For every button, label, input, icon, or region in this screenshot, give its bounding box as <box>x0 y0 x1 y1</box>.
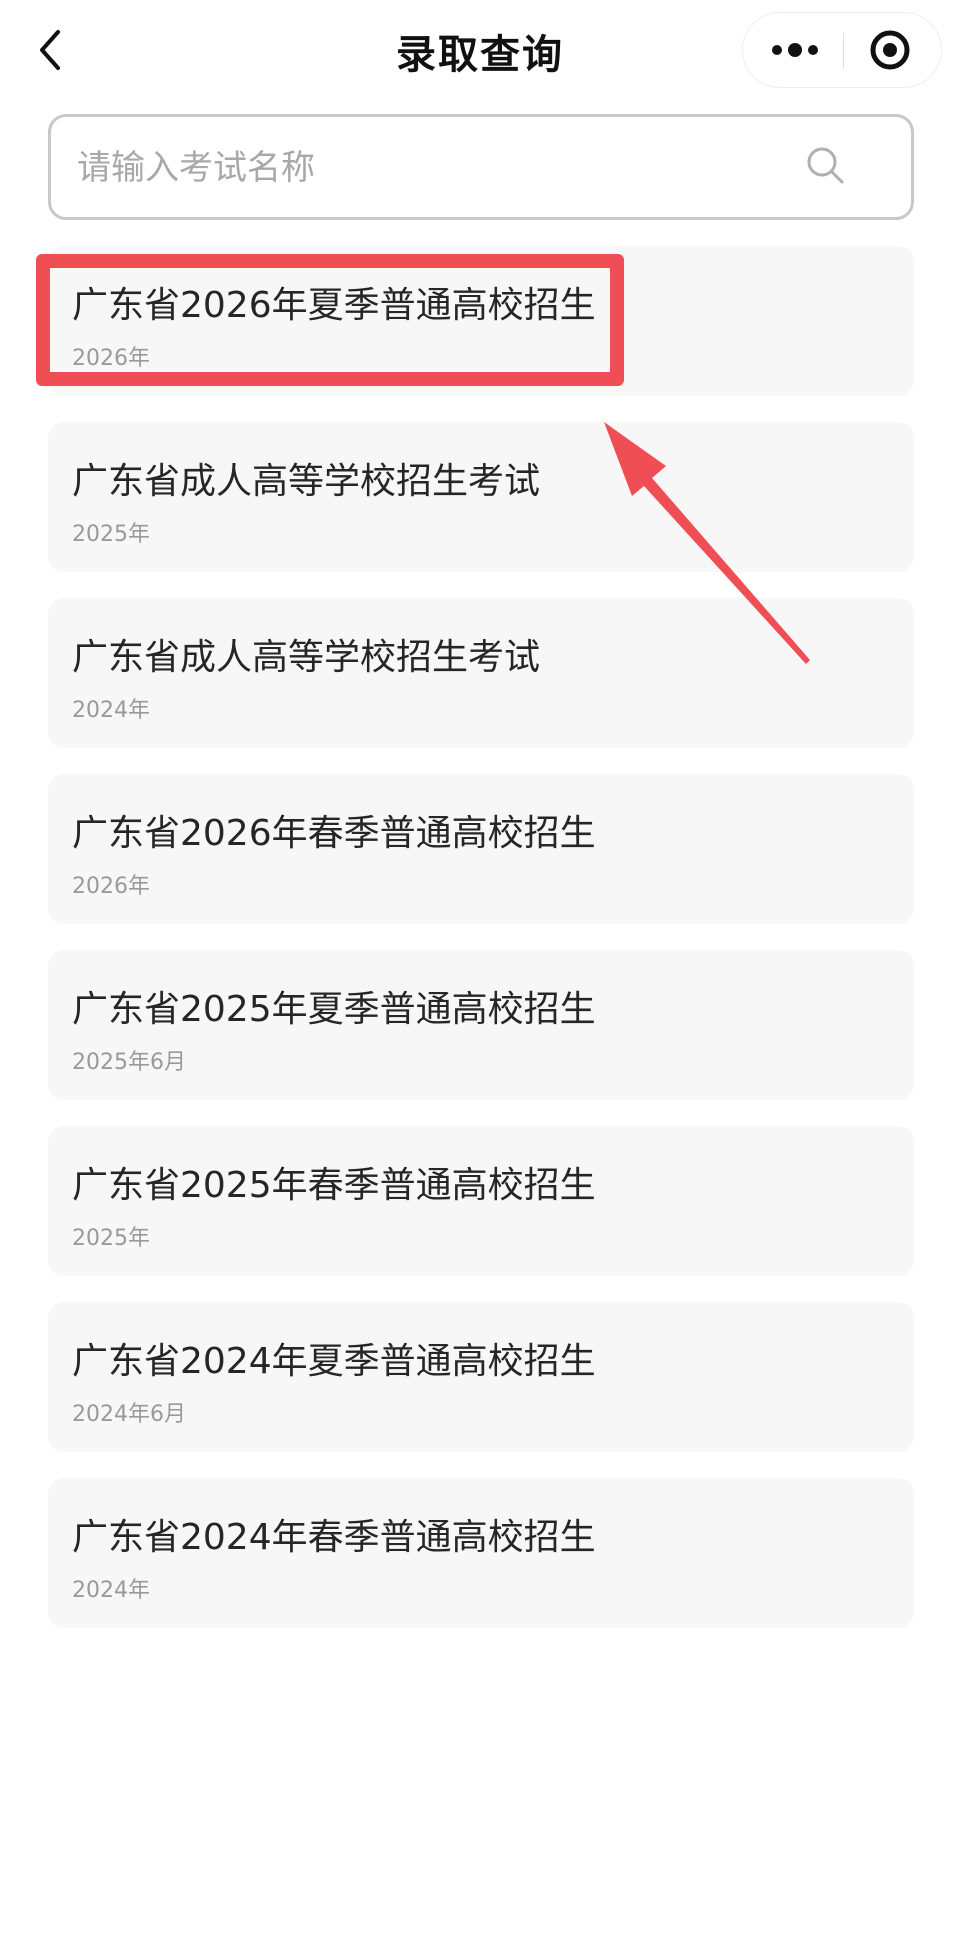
search-icon[interactable] <box>801 141 851 191</box>
exam-item[interactable]: 广东省2026年夏季普通高校招生 2026年 <box>48 246 914 396</box>
exam-title: 广东省2024年夏季普通高校招生 <box>72 1341 596 1382</box>
exam-date: 2025年6月 <box>72 1050 186 1075</box>
more-dots-icon <box>772 43 818 57</box>
close-button[interactable] <box>844 13 941 87</box>
exam-title: 广东省2026年夏季普通高校招生 <box>72 285 596 326</box>
exam-title: 广东省2026年春季普通高校招生 <box>72 813 596 854</box>
exam-item[interactable]: 广东省2025年夏季普通高校招生 2025年6月 <box>48 950 914 1100</box>
exam-date: 2026年 <box>72 874 150 899</box>
exam-date: 2024年6月 <box>72 1402 186 1427</box>
exam-item[interactable]: 广东省2024年春季普通高校招生 2024年 <box>48 1478 914 1628</box>
exam-title: 广东省2024年春季普通高校招生 <box>72 1517 596 1558</box>
exam-item[interactable]: 广东省成人高等学校招生考试 2025年 <box>48 422 914 572</box>
target-circle-icon <box>870 30 910 70</box>
more-button[interactable] <box>743 13 843 87</box>
exam-title: 广东省2025年夏季普通高校招生 <box>72 989 596 1030</box>
exam-item[interactable]: 广东省2024年夏季普通高校招生 2024年6月 <box>48 1302 914 1452</box>
search-input[interactable] <box>75 117 799 219</box>
exam-title: 广东省2025年春季普通高校招生 <box>72 1165 596 1206</box>
mini-program-capsule <box>742 12 942 88</box>
exam-list: 广东省2026年夏季普通高校招生 2026年 广东省成人高等学校招生考试 202… <box>48 246 914 1654</box>
search-box <box>48 114 914 220</box>
exam-date: 2024年 <box>72 1578 150 1603</box>
exam-date: 2024年 <box>72 698 150 723</box>
exam-item[interactable]: 广东省成人高等学校招生考试 2024年 <box>48 598 914 748</box>
exam-item[interactable]: 广东省2025年春季普通高校招生 2025年 <box>48 1126 914 1276</box>
exam-date: 2025年 <box>72 522 150 547</box>
exam-date: 2026年 <box>72 346 150 371</box>
exam-date: 2025年 <box>72 1226 150 1251</box>
exam-title: 广东省成人高等学校招生考试 <box>72 461 541 502</box>
exam-title: 广东省成人高等学校招生考试 <box>72 637 541 678</box>
nav-bar: 录取查询 <box>0 0 960 100</box>
exam-item[interactable]: 广东省2026年春季普通高校招生 2026年 <box>48 774 914 924</box>
